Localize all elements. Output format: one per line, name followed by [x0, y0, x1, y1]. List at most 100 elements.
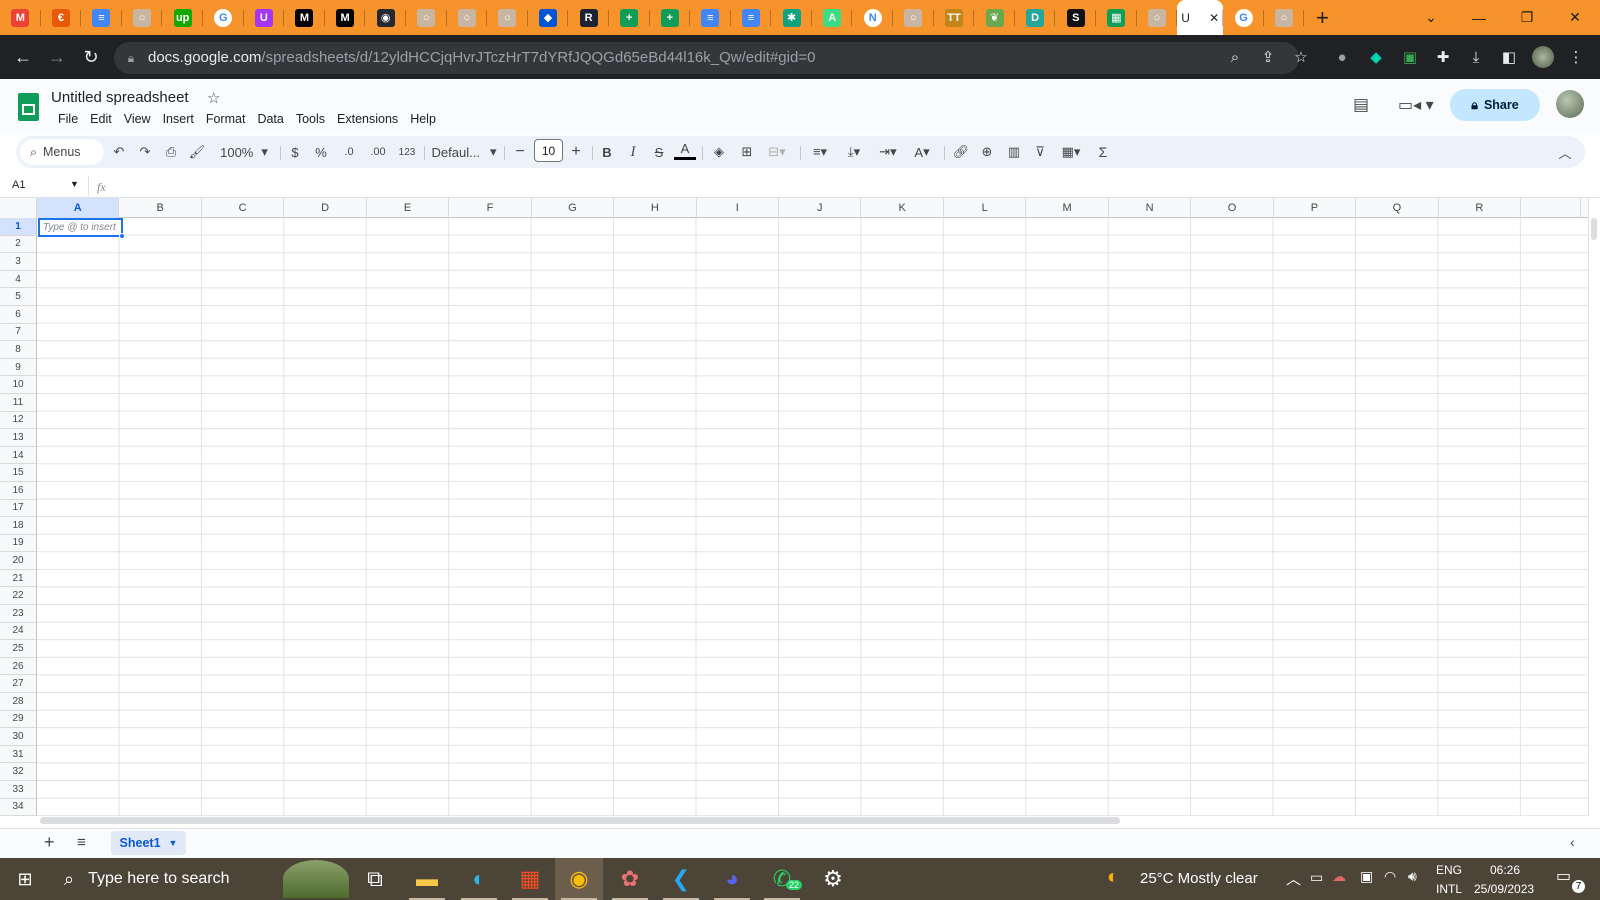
file-explorer-icon[interactable]: ▬ [403, 858, 451, 900]
formula-input[interactable] [120, 176, 1590, 196]
menu-insert[interactable]: Insert [157, 110, 200, 128]
minimize-button[interactable]: — [1456, 0, 1502, 35]
discord-icon[interactable]: ◕ [708, 858, 756, 900]
row-header-4[interactable]: 4 [0, 270, 37, 289]
italic-button[interactable]: I [622, 140, 644, 164]
doc-title[interactable]: Untitled spreadsheet [51, 89, 189, 106]
column-header-k[interactable]: K [862, 198, 944, 218]
row-header-2[interactable]: 2 [0, 235, 37, 254]
share-button[interactable]: 🔒︎ Share [1450, 89, 1540, 121]
fill-color-icon[interactable]: ◈ [708, 140, 730, 164]
comments-icon[interactable]: ▤ [1353, 95, 1369, 115]
browser-tab[interactable]: M [284, 0, 325, 35]
text-rotation-icon[interactable]: A ▾ [908, 140, 936, 164]
share-page-icon[interactable]: ⇪ [1257, 46, 1279, 68]
row-header-32[interactable]: 32 [0, 763, 37, 781]
task-view-icon[interactable]: ⧉ [351, 858, 399, 900]
column-header-f[interactable]: F [449, 198, 532, 218]
browser-tab[interactable]: ▦ [1096, 0, 1137, 35]
browser-tab-active[interactable]: U ✕ [1177, 0, 1224, 35]
row-header-13[interactable]: 13 [0, 429, 37, 447]
browser-tab[interactable]: ○ [122, 0, 163, 35]
row-header-14[interactable]: 14 [0, 446, 37, 465]
extension-icon[interactable]: ● [1331, 46, 1353, 68]
column-header-b[interactable]: B [119, 198, 202, 218]
row-header-23[interactable]: 23 [0, 605, 37, 623]
download-icon[interactable]: ⤓ [1465, 46, 1487, 68]
back-button[interactable]: ← [6, 40, 40, 74]
row-header-33[interactable]: 33 [0, 781, 37, 799]
cell-area[interactable] [37, 218, 1588, 816]
name-box[interactable]: A1 ▼ [12, 179, 79, 191]
row-header-34[interactable]: 34 [0, 798, 37, 816]
column-header-p[interactable]: P [1274, 198, 1357, 218]
row-header-22[interactable]: 22 [0, 587, 37, 606]
horizontal-scroll-thumb[interactable] [40, 817, 1120, 824]
row-header-26[interactable]: 26 [0, 657, 37, 676]
add-sheet-button[interactable]: + [44, 832, 55, 853]
hide-menus-chevron-icon[interactable]: ︿ [1554, 140, 1576, 164]
column-header-h[interactable]: H [614, 198, 697, 218]
browser-tab[interactable]: + [650, 0, 691, 35]
extension-icon[interactable]: ▣ [1399, 46, 1421, 68]
font-size-input[interactable]: 10 [534, 139, 563, 162]
spreadsheet-grid[interactable]: ABCDEFGHIJKLMNOPQR 1 2 3 4 5 6 7 8 9 10 11 12 13 14 15… [0, 198, 1588, 816]
column-header-o[interactable]: O [1191, 198, 1274, 218]
browser-tab[interactable]: ≡ [81, 0, 122, 35]
increase-decimal-button[interactable]: .00 [364, 140, 392, 164]
decrease-font-size-button[interactable]: − [510, 140, 530, 164]
sheet-tab-sheet1[interactable]: Sheet1 ▼ [111, 831, 186, 855]
column-header-a[interactable]: A [37, 198, 120, 218]
row-header-19[interactable]: 19 [0, 534, 37, 553]
vscode-icon[interactable]: ❮ [657, 858, 705, 900]
browser-tab[interactable]: ○ [893, 0, 934, 35]
row-header-5[interactable]: 5 [0, 288, 37, 306]
row-header-8[interactable]: 8 [0, 341, 37, 359]
browser-tab[interactable]: N [852, 0, 893, 35]
filter-icon[interactable]: ⊽ [1029, 140, 1051, 164]
close-window-button[interactable]: ✕ [1552, 0, 1598, 35]
menu-format[interactable]: Format [200, 110, 252, 128]
browser-tab[interactable]: S [1055, 0, 1096, 35]
column-header-d[interactable]: D [284, 198, 367, 218]
browser-menu-icon[interactable]: ⋮ [1565, 46, 1587, 68]
font-select[interactable]: Defaul... ▾ [430, 140, 498, 164]
clock-time[interactable]: 06:26 [1490, 863, 1520, 877]
row-header-17[interactable]: 17 [0, 499, 37, 518]
row-header-18[interactable]: 18 [0, 517, 37, 535]
language-top[interactable]: ENG [1436, 863, 1462, 877]
browser-tab[interactable]: D [1015, 0, 1056, 35]
browser-tab[interactable]: G [203, 0, 244, 35]
edge-icon[interactable]: ◐ [455, 858, 503, 900]
row-header-30[interactable]: 30 [0, 728, 37, 746]
battery-icon[interactable]: ▭ [1310, 869, 1323, 886]
menu-data[interactable]: Data [251, 110, 289, 128]
browser-tab[interactable]: ◉ [365, 0, 406, 35]
row-header-12[interactable]: 12 [0, 411, 37, 430]
menus-search[interactable]: ⌕ Menus [20, 139, 104, 165]
menu-view[interactable]: View [118, 110, 157, 128]
column-header-m[interactable]: M [1026, 198, 1109, 218]
extensions-puzzle-icon[interactable]: ✚ [1432, 46, 1454, 68]
functions-button[interactable]: Σ [1092, 140, 1114, 164]
active-cell-a1[interactable]: Type @ to insert [38, 218, 123, 237]
strikethrough-button[interactable]: S [648, 140, 670, 164]
insert-chart-icon[interactable]: ▥ [1003, 140, 1025, 164]
settings-icon[interactable]: ⚙ [809, 858, 857, 900]
forward-button[interactable]: → [40, 40, 74, 74]
browser-tab[interactable]: TT [934, 0, 975, 35]
browser-tab[interactable]: up [162, 0, 203, 35]
browser-tab[interactable]: U [244, 0, 285, 35]
row-header-28[interactable]: 28 [0, 693, 37, 711]
menu-extensions[interactable]: Extensions [331, 110, 404, 128]
row-header-10[interactable]: 10 [0, 376, 37, 394]
row-header-7[interactable]: 7 [0, 323, 37, 342]
all-sheets-icon[interactable]: ≡ [77, 834, 86, 851]
select-all-corner[interactable] [0, 198, 37, 218]
browser-tab[interactable]: ○ [447, 0, 488, 35]
column-header-j[interactable]: J [779, 198, 862, 218]
row-header-11[interactable]: 11 [0, 393, 37, 412]
zoom-icon[interactable]: ⌕ [1224, 46, 1246, 68]
row-header-9[interactable]: 9 [0, 358, 37, 377]
browser-tab[interactable]: R [568, 0, 609, 35]
